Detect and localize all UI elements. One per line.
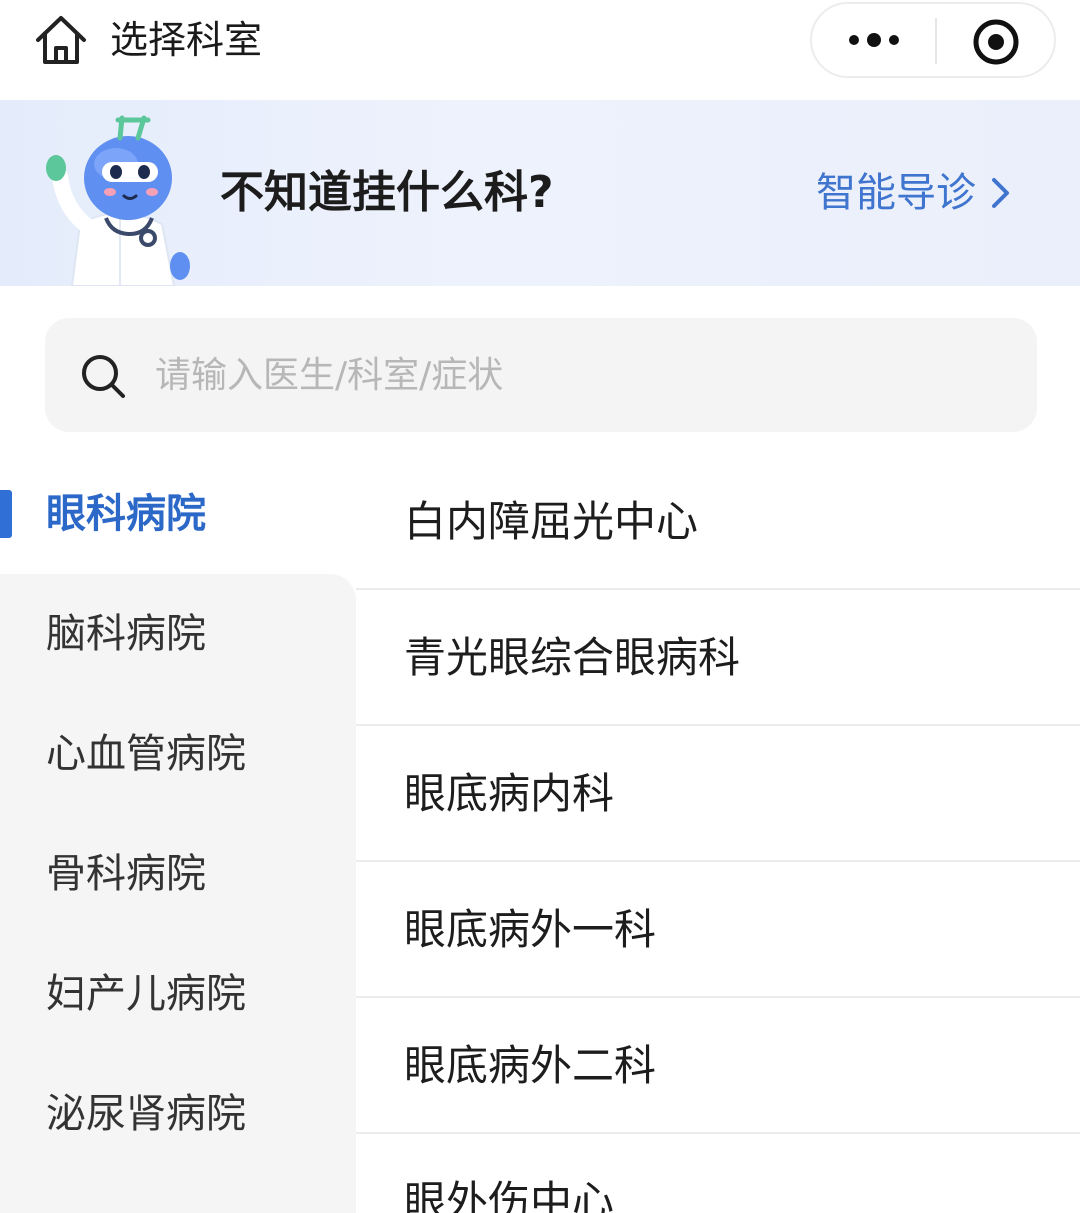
department-label: 眼底病外二科 [404,1041,657,1090]
department-item[interactable]: 眼外伤中心 [356,1134,1080,1213]
department-label: 白内障屈光中心 [404,497,699,546]
department-item[interactable]: 眼底病外二科 [356,998,1080,1134]
doctor-robot-mascot [46,115,190,286]
page: 选择科室 不知道挂什么科? 智能导诊 请输入医生/科室/症状 眼科病院 脑科病院… [0,0,1080,1213]
smart-guide-label: 智能导诊 [816,170,976,216]
department-label: 眼底病外一科 [404,905,657,954]
department-label: 青光眼综合眼病科 [404,633,741,682]
page-title: 选择科室 [110,18,263,62]
top-bar: 选择科室 [0,0,1080,100]
department-label: 眼外伤中心 [404,1177,615,1213]
category-item-urology[interactable]: 泌尿肾病院 [46,1084,246,1144]
category-item-eye[interactable]: 眼科病院 [46,484,206,544]
search-input[interactable] [155,344,995,406]
capsule-divider [935,18,937,64]
department-label: 眼底病内科 [404,769,615,818]
department-item[interactable]: 青光眼综合眼病科 [356,590,1080,726]
search-bar[interactable] [45,318,1037,432]
target-close-icon[interactable] [972,18,1020,66]
department-item[interactable]: 白内障屈光中心 [356,454,1080,590]
category-item-ortho[interactable]: 骨科病院 [46,844,206,904]
active-indicator [0,490,12,538]
department-item[interactable]: 眼底病外一科 [356,862,1080,998]
more-dots-icon[interactable] [848,30,900,50]
category-item-obgyn[interactable]: 妇产儿病院 [46,964,246,1024]
search-icon [82,355,125,398]
smart-guide-banner[interactable]: 不知道挂什么科? 智能导诊 [0,100,1080,286]
banner-question: 不知道挂什么科? [220,167,554,218]
mini-program-capsule [810,2,1056,78]
category-item-brain[interactable]: 脑科病院 [46,604,206,664]
home-icon[interactable] [34,14,88,66]
category-item-cardio[interactable]: 心血管病院 [46,724,246,784]
smart-guide-link[interactable]: 智能导诊 [816,164,1012,222]
department-item[interactable]: 眼底病内科 [356,726,1080,862]
chevron-right-icon [992,178,1009,208]
